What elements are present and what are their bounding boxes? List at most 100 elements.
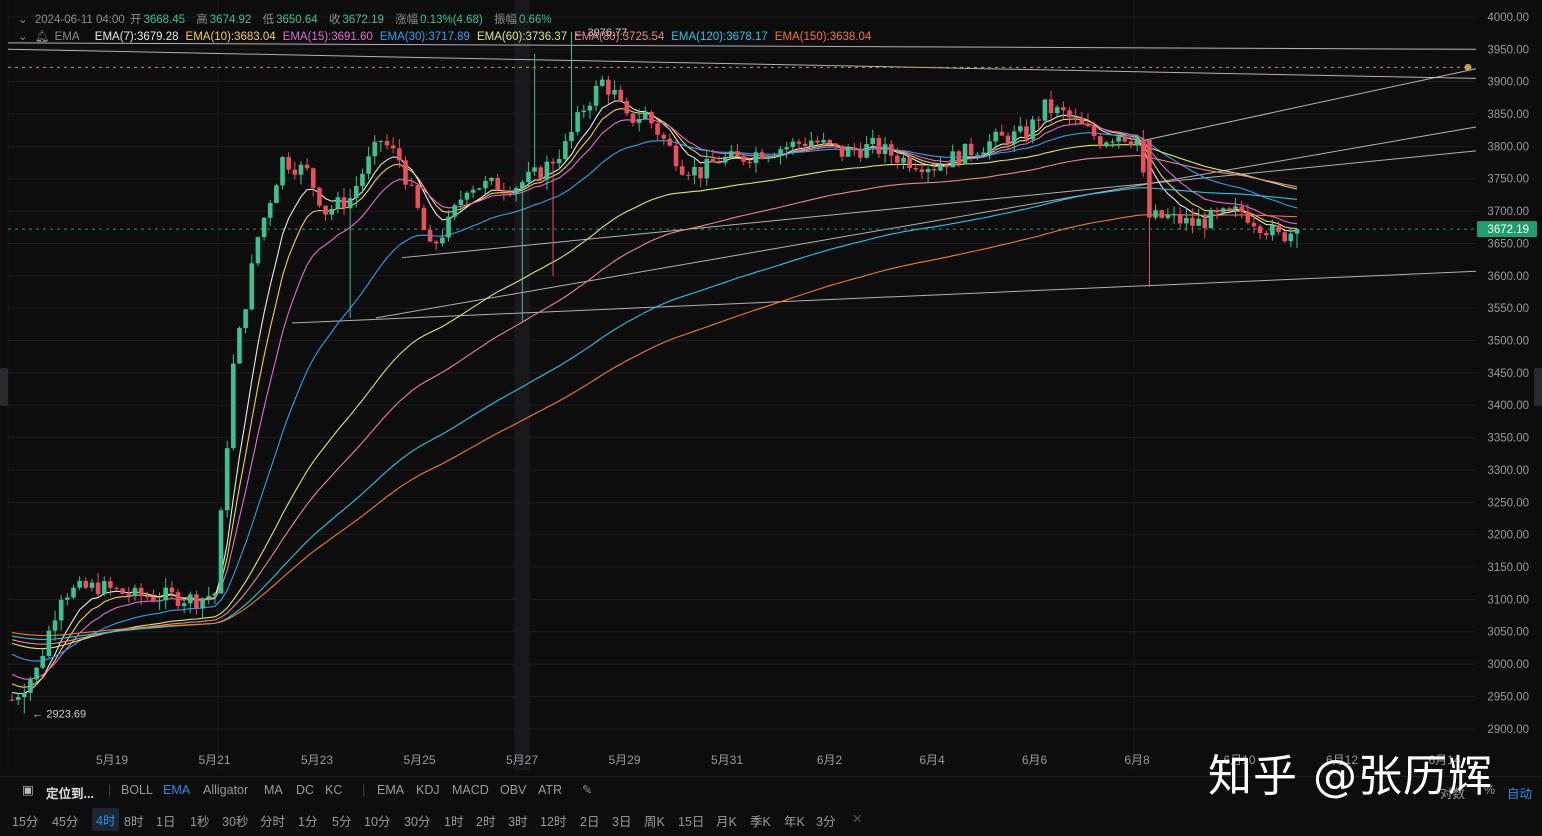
y-tick-label: 3850.00: [1487, 109, 1529, 121]
candle-body: [206, 595, 212, 599]
high-value: 3674.92: [209, 14, 252, 26]
price-chart[interactable]: 4000.00 3950.00 3900.00 3850.00 3800.00 3750.…: [0, 0, 1542, 836]
chart-markers: 3672.19← 3976.77← 2923.69: [32, 27, 1537, 720]
candle-body: [722, 156, 728, 163]
indicator-ema[interactable]: EMA: [163, 783, 190, 797]
x-tick-label: 5月27: [506, 753, 538, 767]
candle-body: [501, 190, 507, 192]
collapse-icon[interactable]: ⌄: [18, 31, 28, 43]
candle-body: [495, 177, 501, 191]
timeframe-15[interactable]: 12时: [540, 811, 566, 830]
locate-button[interactable]: 定位到...: [46, 783, 94, 802]
candle-body: [347, 198, 353, 209]
candle-body: [243, 309, 248, 329]
candle-body: [218, 510, 224, 594]
timeframe-23[interactable]: 3分: [816, 811, 835, 830]
candle-body: [403, 160, 408, 185]
sub-indicator-ema[interactable]: EMA: [377, 783, 404, 797]
indicator-alligator[interactable]: Alligator: [203, 783, 248, 797]
candle-body: [286, 157, 291, 170]
candle-body: [132, 587, 138, 597]
indicator-dc[interactable]: DC: [296, 783, 314, 797]
timeframe-10[interactable]: 10分: [364, 811, 390, 830]
timeframe-18[interactable]: 周K: [644, 811, 665, 830]
timeframe-12[interactable]: 1时: [444, 811, 463, 830]
indicator-name[interactable]: EMA: [55, 31, 80, 43]
candle-body: [329, 208, 335, 215]
sub-indicator-atr[interactable]: ATR: [538, 783, 562, 797]
y-tick-label: 2900.00: [1487, 724, 1529, 736]
auto-scale-toggle[interactable]: 自动: [1507, 783, 1532, 802]
y-tick-label: 3300.00: [1487, 465, 1529, 477]
timeframe-22[interactable]: 年K: [784, 811, 805, 830]
collapse-icon[interactable]: ⌄: [18, 14, 28, 26]
sub-indicator-macd[interactable]: MACD: [452, 783, 489, 797]
timeframe-7[interactable]: 分时: [260, 811, 285, 830]
candle-body: [913, 168, 919, 170]
y-tick-label: 3800.00: [1487, 141, 1529, 153]
right-panel-handle[interactable]: [1534, 368, 1542, 406]
candle-body: [1140, 139, 1146, 173]
timeframe-16[interactable]: 2日: [580, 811, 599, 830]
candle-body: [882, 144, 888, 154]
candle-body: [440, 237, 445, 244]
amplitude-value: 0.66%: [518, 14, 552, 26]
candle-body: [224, 448, 230, 511]
candle-body: [698, 167, 703, 179]
indicator-kc[interactable]: KC: [325, 783, 342, 797]
candle-body: [1184, 217, 1189, 224]
candle-body: [931, 169, 937, 171]
sub-indicator-obv[interactable]: OBV: [500, 783, 526, 797]
timeframe-2[interactable]: 4时: [92, 808, 120, 831]
timeframe-17[interactable]: 3日: [612, 811, 631, 830]
timeframe-19[interactable]: 15日: [678, 811, 704, 830]
candle-body: [1270, 225, 1275, 236]
candle-body: [237, 328, 242, 364]
candle-body: [1054, 107, 1060, 114]
indicator-ma[interactable]: MA: [264, 783, 283, 797]
timeframe-4[interactable]: 1日: [156, 811, 175, 830]
candle-body: [550, 161, 556, 164]
candle-body: [673, 145, 679, 167]
ema-legend-item: EMA(150):3638.04: [774, 31, 872, 43]
candle-body: [1159, 210, 1165, 218]
candle-body: [907, 157, 912, 169]
sub-indicator-kdj[interactable]: KDJ: [416, 783, 440, 797]
candle-body: [409, 184, 414, 186]
close-icon[interactable]: ✕: [852, 811, 862, 826]
timeframe-6[interactable]: 30秒: [222, 811, 248, 830]
timeframe-8[interactable]: 1分: [298, 811, 317, 830]
timeframe-14[interactable]: 3时: [508, 811, 527, 830]
candle-body: [470, 189, 476, 193]
indicator-boll[interactable]: BOLL: [121, 783, 153, 797]
edit-icon[interactable]: ✎: [582, 782, 592, 797]
timeframe-13[interactable]: 2时: [476, 811, 495, 830]
timeframe-3[interactable]: 8时: [124, 811, 143, 830]
candle-body: [520, 182, 525, 189]
candle-body: [716, 162, 722, 164]
candle-body: [938, 165, 943, 171]
price-axis[interactable]: 4000.00 3950.00 3900.00 3850.00 3800.00 3750.…: [1487, 12, 1529, 736]
open-value: 3668.45: [143, 14, 186, 26]
candle-body: [1190, 217, 1195, 226]
timeframe-1[interactable]: 45分: [52, 811, 78, 830]
candle-body: [993, 131, 999, 142]
candle-body: [77, 580, 82, 588]
candle-body: [292, 169, 298, 175]
timeframe-0[interactable]: 15分: [12, 811, 38, 830]
timeframe-5[interactable]: 1秒: [190, 811, 209, 830]
candle-body: [987, 141, 992, 153]
bell-icon[interactable]: 🔔︎: [35, 31, 50, 43]
candle-body: [544, 161, 550, 180]
timeframe-9[interactable]: 5分: [332, 811, 351, 830]
timeframe-21[interactable]: 季K: [750, 811, 771, 830]
x-tick-label: 6月8: [1124, 753, 1150, 767]
ema-line: [11, 132, 1298, 662]
left-panel-handle[interactable]: [0, 368, 8, 406]
calendar-icon[interactable]: ▣: [22, 782, 34, 797]
candle-body: [606, 79, 611, 95]
x-tick-label: 5月23: [301, 753, 333, 767]
timeframe-20[interactable]: 月K: [716, 811, 737, 830]
timeframe-11[interactable]: 30分: [404, 811, 430, 830]
candle-body: [464, 192, 470, 200]
